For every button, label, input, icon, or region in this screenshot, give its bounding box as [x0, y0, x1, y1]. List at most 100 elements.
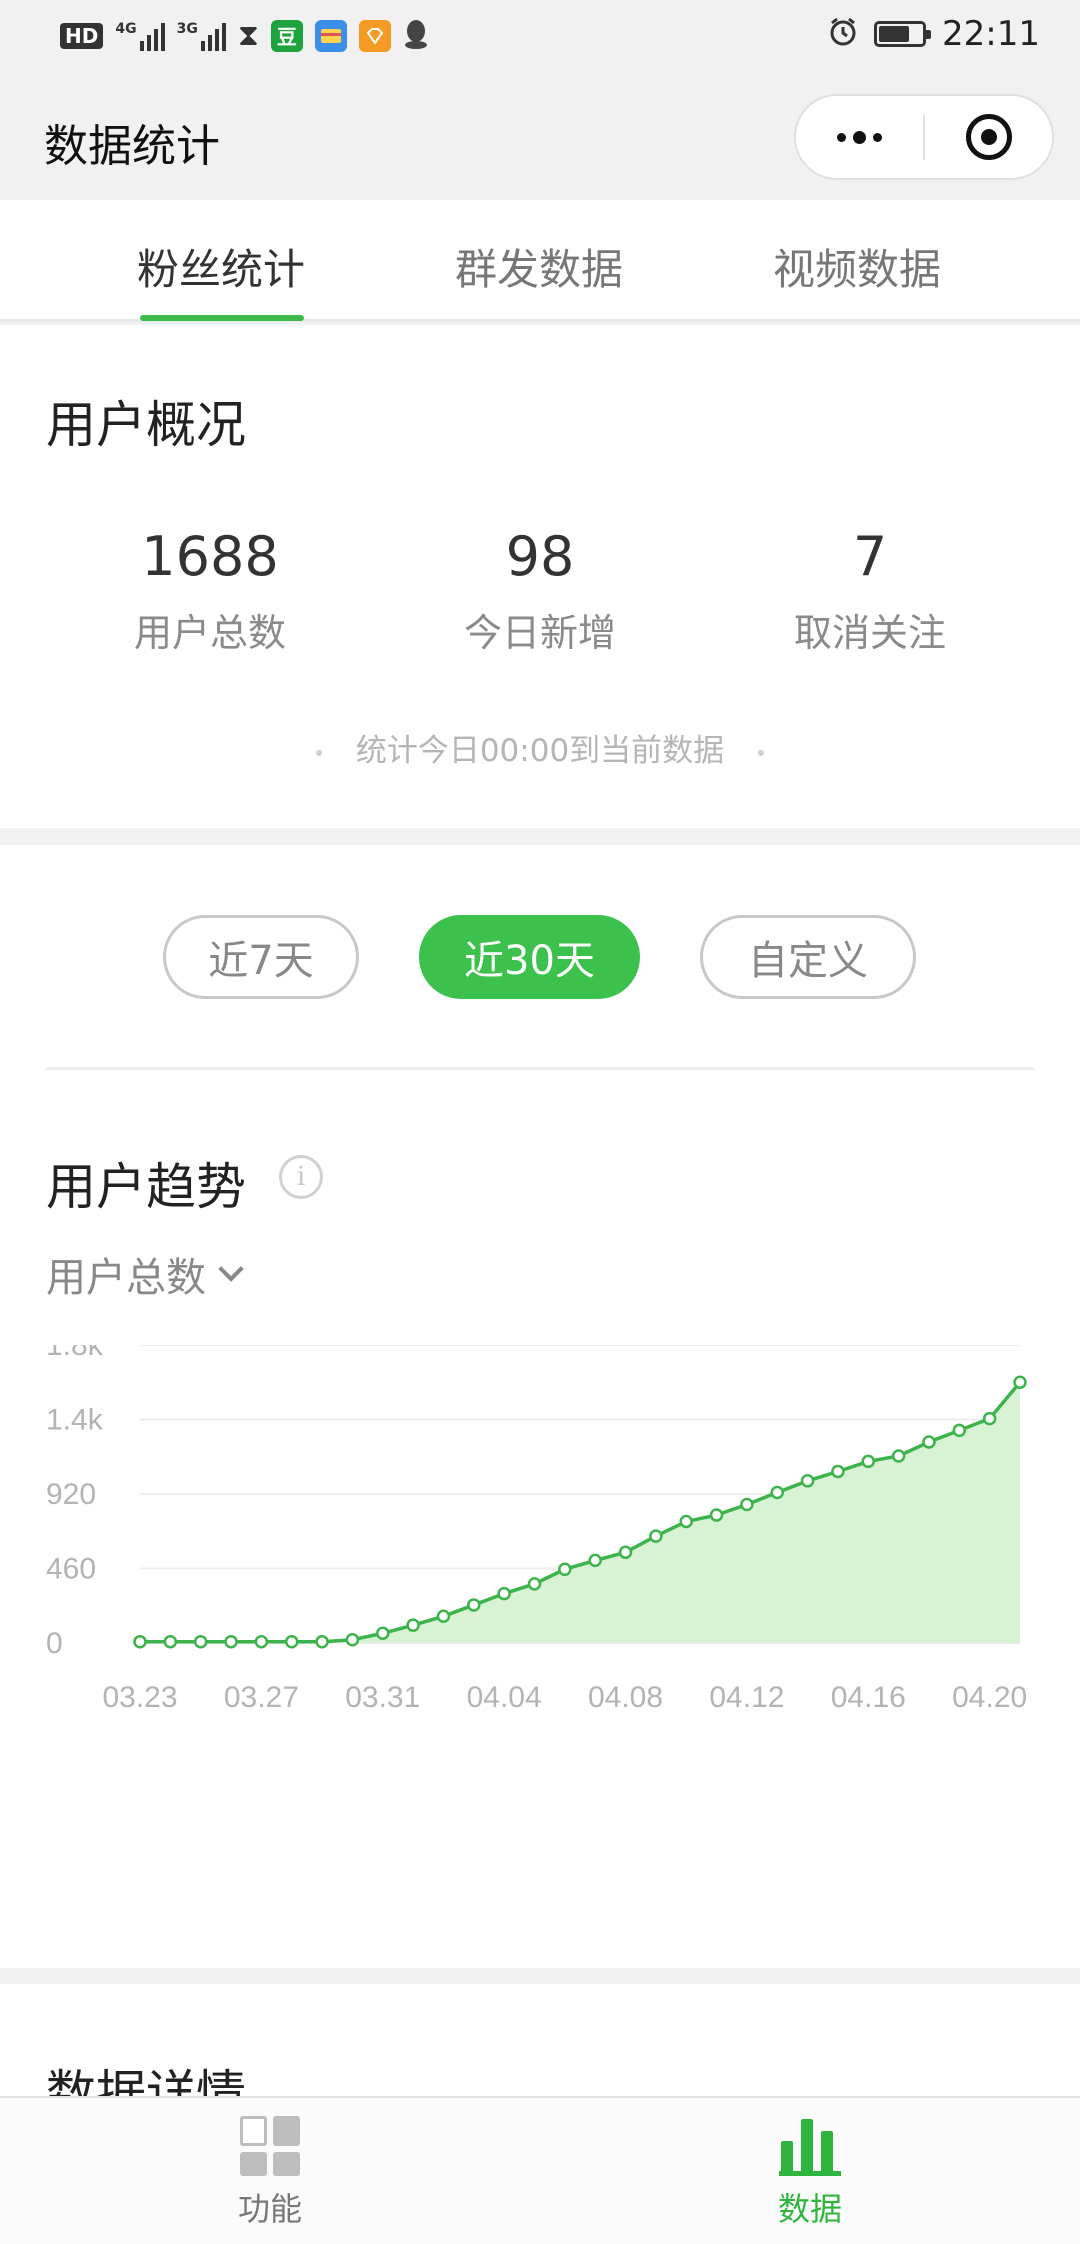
stat-new-today: 98 今日新增 [375, 525, 705, 657]
network-3g-label: 3G [176, 20, 198, 37]
chevron-down-icon [218, 1256, 244, 1282]
tab-bar: 粉丝统计 群发数据 视频数据 [0, 200, 1080, 322]
divider [46, 1067, 1034, 1070]
x-tick-label: 03.31 [345, 1681, 420, 1714]
nav-item-functions[interactable]: 功能 [0, 2098, 540, 2244]
stat-unfollowed: 7 取消关注 [705, 525, 1035, 657]
tab-video-data[interactable]: 视频数据 [698, 200, 1016, 319]
bottom-nav: 功能 数据 [0, 2096, 1080, 2244]
more-button[interactable] [796, 96, 923, 178]
data-point [740, 1497, 754, 1512]
range-7-days-button[interactable]: 近7天 [163, 915, 359, 999]
data-point [527, 1577, 542, 1591]
y-tick-label: 1.4k [46, 1404, 104, 1437]
data-point [861, 1454, 876, 1469]
data-point [376, 1626, 390, 1641]
data-point [497, 1586, 511, 1601]
note-dot-left [315, 749, 322, 756]
more-dots-icon [837, 130, 882, 144]
tab-active-indicator [140, 315, 304, 321]
title-bar: 数据统计 [0, 74, 1080, 200]
data-point [679, 1514, 693, 1529]
hd-icon: HD [60, 22, 104, 49]
x-tick-label: 04.20 [952, 1681, 1027, 1714]
range-30-days-button[interactable]: 近30天 [419, 915, 640, 999]
y-tick-label: 1.8k [46, 1345, 104, 1362]
data-point [800, 1474, 815, 1488]
data-point [467, 1598, 481, 1612]
user-overview-card: 用户概况 1688 用户总数 98 今日新增 7 取消关注 统计今日00:00到… [0, 325, 1080, 828]
grid-icon [240, 2116, 300, 2176]
data-point [1013, 1375, 1027, 1389]
data-point [193, 1634, 208, 1649]
user-trend-card: 近7天 近30天 自定义 用户趋势 i 用户总数 0 460 920 1.4k 1.8k… [0, 845, 1080, 1968]
data-point [254, 1634, 269, 1649]
status-icons-right: 22:11 [828, 14, 1040, 54]
qq-icon [403, 19, 429, 53]
data-point [649, 1529, 663, 1543]
status-bar: HD 4G 3G ⧗ 豆 22:11 [0, 0, 1080, 74]
data-point [618, 1545, 633, 1560]
x-tick-label: 04.12 [709, 1681, 784, 1714]
date-range-selector: 近7天 近30天 自定义 [0, 915, 1080, 999]
status-icons-left: HD 4G 3G ⧗ 豆 [60, 18, 429, 53]
alarm-icon [828, 17, 858, 51]
page-title: 数据统计 [44, 121, 220, 172]
x-tick-label: 04.08 [588, 1681, 663, 1714]
y-tick-label: 920 [46, 1478, 96, 1511]
range-custom-button[interactable]: 自定义 [700, 915, 916, 999]
tab-fans-stats[interactable]: 粉丝统计 [62, 200, 380, 321]
metric-dropdown[interactable]: 用户总数 [46, 1245, 244, 1303]
note-text: 统计今日00:00到当前数据 [355, 733, 725, 769]
stat-label: 今日新增 [463, 611, 616, 655]
mini-program-capsule [794, 94, 1054, 180]
data-point [891, 1449, 906, 1463]
overview-stats: 1688 用户总数 98 今日新增 7 取消关注 [0, 525, 1080, 657]
tab-label: 群发数据 [454, 245, 623, 294]
stat-label: 取消关注 [793, 611, 946, 655]
nav-item-data[interactable]: 数据 [540, 2098, 1080, 2244]
data-point [284, 1634, 299, 1649]
data-point [831, 1464, 845, 1479]
data-point [133, 1634, 147, 1649]
battery-icon [874, 21, 932, 47]
data-point [315, 1634, 329, 1649]
data-point [952, 1423, 967, 1438]
clock-time: 22:11 [942, 14, 1040, 54]
stat-total-users: 1688 用户总数 [45, 525, 375, 657]
trend-title: 用户趋势 [46, 1158, 246, 1216]
x-tick-label: 03.23 [102, 1681, 177, 1714]
note-dot-right [758, 749, 765, 756]
data-point [163, 1634, 178, 1649]
data-point [982, 1411, 997, 1426]
stat-value: 7 [852, 525, 888, 588]
overview-title: 用户概况 [46, 396, 246, 454]
x-tick-label: 04.16 [831, 1681, 906, 1714]
network-4g-label: 4G [115, 20, 137, 37]
data-point [345, 1633, 360, 1647]
stat-value: 1688 [141, 525, 279, 588]
signal-4g-icon: 4G [115, 20, 165, 51]
douban-icon: 豆 [270, 19, 303, 52]
hourglass-icon: ⧗ [237, 18, 259, 53]
series-area [140, 1382, 1020, 1643]
close-mini-program-button[interactable] [925, 96, 1052, 178]
nav-item-label: 数据 [777, 2190, 842, 2228]
data-point [406, 1618, 420, 1632]
bar-chart-icon [779, 2116, 841, 2176]
x-tick-label: 03.27 [224, 1681, 299, 1714]
user-trend-chart: 0 460 920 1.4k 1.8k 03.23 03.27 03.31 04.04 04.08… [46, 1345, 1027, 1714]
y-tick-label: 0 [46, 1627, 63, 1660]
stat-value: 98 [505, 525, 575, 588]
diamond-icon [358, 19, 391, 52]
data-point [558, 1562, 572, 1577]
target-circle-icon [965, 114, 1012, 160]
tab-broadcast-data[interactable]: 群发数据 [380, 200, 698, 319]
stat-label: 用户总数 [133, 611, 286, 655]
nav-item-label: 功能 [237, 2190, 302, 2228]
data-point [588, 1553, 602, 1568]
data-point [436, 1609, 451, 1624]
info-icon[interactable]: i [279, 1155, 323, 1199]
tab-label: 粉丝统计 [136, 245, 305, 294]
wallet-icon [314, 19, 347, 52]
